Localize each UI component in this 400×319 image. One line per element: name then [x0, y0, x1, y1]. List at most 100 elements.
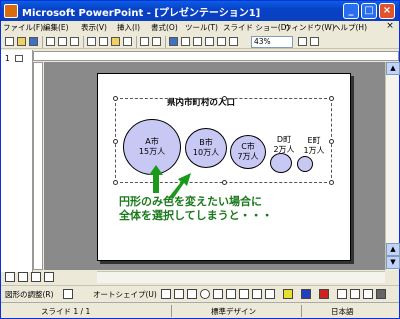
- textbox-icon[interactable]: [213, 289, 223, 299]
- redo-icon[interactable]: [152, 37, 161, 46]
- resize-handle[interactable]: [113, 96, 118, 101]
- menu-tools[interactable]: ツール(T): [185, 22, 218, 33]
- circle-d-pop: 2万人: [273, 145, 295, 154]
- wordart-icon[interactable]: [226, 289, 236, 299]
- app-window: Microsoft PowerPoint - [プレゼンテーション1] _ □ …: [0, 0, 400, 319]
- resize-handle[interactable]: [113, 180, 118, 185]
- close-button[interactable]: ×: [379, 3, 395, 19]
- vertical-scrollbar[interactable]: ▲ ▲ ▼: [385, 62, 400, 270]
- toolbar-separator: [83, 36, 84, 48]
- minimize-button[interactable]: _: [343, 3, 359, 19]
- dash-style-icon[interactable]: [350, 289, 360, 299]
- scroll-up-button[interactable]: ▲: [386, 62, 400, 75]
- horizontal-scrollbar[interactable]: [97, 271, 385, 283]
- resize-handle[interactable]: [329, 96, 334, 101]
- menu-format[interactable]: 書式(O): [151, 22, 178, 33]
- circle-b-pop: 10万人: [192, 148, 220, 157]
- toolbar-separator: [165, 36, 166, 48]
- email-icon[interactable]: [46, 37, 55, 46]
- circle-b[interactable]: B市 10万人: [185, 128, 227, 168]
- arrow-style-icon[interactable]: [363, 289, 373, 299]
- normal-view-icon[interactable]: [5, 272, 15, 282]
- picture-icon[interactable]: [265, 289, 275, 299]
- circle-a-pop: 15万人: [138, 147, 166, 156]
- table-icon[interactable]: [181, 37, 190, 46]
- expand-all-icon[interactable]: [217, 37, 226, 46]
- line-icon[interactable]: [161, 289, 171, 299]
- vertical-ruler: [33, 62, 43, 270]
- arrow-icon[interactable]: [174, 289, 184, 299]
- undo-icon[interactable]: [140, 37, 149, 46]
- close-document-button[interactable]: ×: [384, 21, 396, 33]
- insert-table-icon[interactable]: [193, 37, 202, 46]
- resize-handle[interactable]: [329, 139, 334, 144]
- slideshow-icon[interactable]: [44, 272, 54, 282]
- status-divider: [171, 305, 172, 317]
- horizontal-ruler: [33, 51, 399, 61]
- circle-c[interactable]: C市 7万人: [230, 135, 266, 169]
- paste-icon[interactable]: [111, 37, 120, 46]
- select-objects-icon[interactable]: [63, 289, 73, 299]
- new-icon[interactable]: [5, 37, 14, 46]
- slide-number: 1: [5, 54, 10, 63]
- status-divider: [301, 305, 302, 317]
- resize-handle[interactable]: [113, 139, 118, 144]
- autoshapes-menu[interactable]: オートシェイプ(U): [93, 289, 157, 300]
- prev-slide-button[interactable]: ▲: [386, 243, 400, 256]
- menu-edit[interactable]: 編集(E): [43, 22, 69, 33]
- resize-handle[interactable]: [222, 96, 227, 101]
- circle-e-name: E町: [307, 136, 321, 145]
- circle-d[interactable]: [270, 153, 292, 173]
- circle-e-pop: 1万人: [303, 146, 325, 155]
- powerpoint-icon[interactable]: [4, 4, 18, 18]
- grayscale-icon[interactable]: [298, 37, 307, 46]
- cut-icon[interactable]: [87, 37, 96, 46]
- show-formatting-icon[interactable]: [229, 37, 238, 46]
- slide-thumbnail-icon[interactable]: [15, 55, 23, 62]
- print-icon[interactable]: [58, 37, 67, 46]
- rectangle-icon[interactable]: [187, 289, 197, 299]
- zoom-select[interactable]: 43%: [251, 36, 293, 48]
- status-slide: スライド 1 / 1: [41, 307, 91, 316]
- fill-color-icon[interactable]: [283, 289, 293, 299]
- menu-slideshow[interactable]: スライド ショー(D): [223, 22, 290, 33]
- shadow-icon[interactable]: [376, 289, 386, 299]
- circle-b-name: B市: [199, 138, 213, 147]
- line-style-icon[interactable]: [337, 289, 347, 299]
- open-icon[interactable]: [17, 37, 26, 46]
- clipart-icon[interactable]: [252, 289, 262, 299]
- oval-icon[interactable]: [200, 289, 210, 299]
- menu-view[interactable]: 表示(V): [81, 22, 107, 33]
- resize-handle[interactable]: [329, 180, 334, 185]
- status-language: 日本語: [331, 307, 354, 316]
- slide-pane[interactable]: 1: [1, 50, 33, 272]
- diagram-icon[interactable]: [239, 289, 249, 299]
- outline-view-icon[interactable]: [18, 272, 28, 282]
- menu-bar: ファイル(F) 編集(E) 表示(V) 挿入(I) 書式(O) ツール(T) ス…: [1, 21, 399, 35]
- menu-insert[interactable]: 挿入(I): [117, 22, 140, 33]
- line-color-icon[interactable]: [301, 289, 311, 299]
- circle-c-name: C市: [241, 142, 255, 151]
- copy-icon[interactable]: [99, 37, 108, 46]
- chart-icon[interactable]: [169, 37, 178, 46]
- draw-menu[interactable]: 図形の調整(R): [5, 289, 54, 300]
- resize-handle[interactable]: [222, 180, 227, 185]
- menu-window[interactable]: ウィンドウ(W): [284, 22, 335, 33]
- maximize-button[interactable]: □: [361, 3, 377, 19]
- spelling-icon[interactable]: [70, 37, 79, 46]
- next-slide-button[interactable]: ▼: [386, 256, 400, 269]
- status-bar: スライド 1 / 1 標準デザイン 日本語: [1, 302, 399, 318]
- font-color-icon[interactable]: [319, 289, 329, 299]
- menu-file[interactable]: ファイル(F): [3, 22, 43, 33]
- standard-toolbar: 43%: [1, 35, 399, 49]
- menu-help[interactable]: ヘルプ(H): [333, 22, 367, 33]
- help-icon[interactable]: [310, 37, 319, 46]
- annotation-text: 円形のみ色を変えたい場合に 全体を選択してしまうと・・・: [119, 195, 339, 223]
- new-slide-icon[interactable]: [205, 37, 214, 46]
- circle-e[interactable]: [297, 156, 313, 172]
- toolbar-separator: [136, 36, 137, 48]
- save-icon[interactable]: [29, 37, 38, 46]
- circle-a[interactable]: A市 15万人: [123, 119, 181, 175]
- format-painter-icon[interactable]: [123, 37, 132, 46]
- slide-sorter-icon[interactable]: [31, 272, 41, 282]
